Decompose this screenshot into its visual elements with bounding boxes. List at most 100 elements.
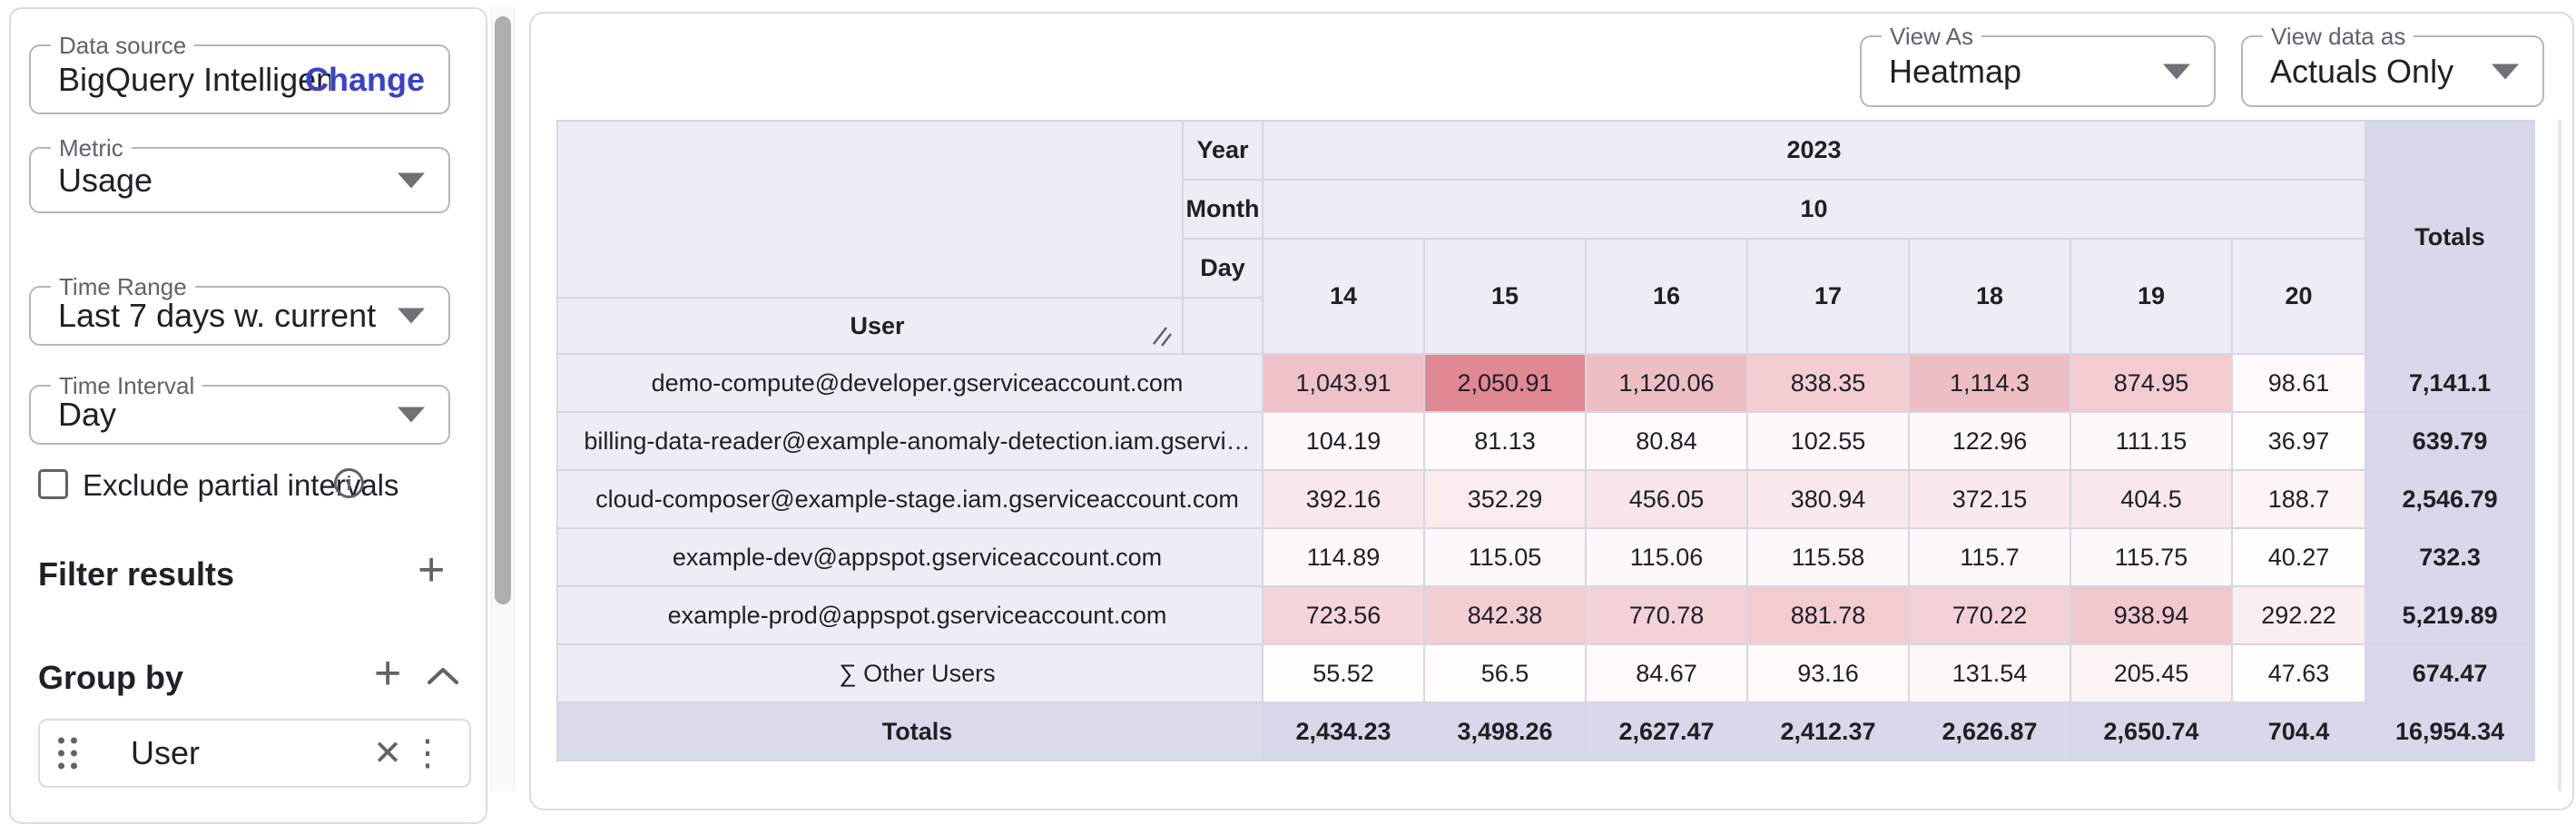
time-interval-value: Day — [58, 396, 116, 434]
close-icon[interactable]: ✕ — [373, 733, 402, 774]
table-scrollbar-track — [2558, 120, 2561, 791]
usage-value-cell[interactable]: 115.05 — [1424, 528, 1586, 586]
data-source-field[interactable]: Data source BigQuery Intelligenc Change — [29, 44, 450, 114]
row-total-cell: 639.79 — [2365, 412, 2534, 470]
user-row-label[interactable]: demo-compute@developer.gserviceaccount.c… — [557, 354, 1263, 412]
user-row-label[interactable]: ∑ Other Users — [557, 644, 1263, 702]
row-total-cell: 732.3 — [2365, 528, 2534, 586]
usage-value-cell[interactable]: 404.5 — [2070, 470, 2232, 528]
usage-value-cell[interactable]: 392.16 — [1263, 470, 1424, 528]
view-data-as-label: View data as — [2263, 23, 2414, 51]
user-row-label[interactable]: example-prod@appspot.gserviceaccount.com — [557, 586, 1263, 644]
usage-value-cell[interactable]: 36.97 — [2232, 412, 2365, 470]
user-column-header[interactable]: User — [557, 298, 1183, 354]
usage-value-cell[interactable]: 838.35 — [1747, 354, 1909, 412]
exclude-partial-intervals-checkbox[interactable] — [38, 469, 68, 499]
view-as-select[interactable]: View As Heatmap — [1860, 35, 2216, 107]
table-row: billing-data-reader@example-anomaly-dete… — [557, 412, 2534, 470]
usage-value-cell[interactable]: 84.67 — [1586, 644, 1747, 702]
usage-value-cell[interactable]: 55.52 — [1263, 644, 1424, 702]
day-column-header[interactable]: 18 — [1909, 239, 2070, 354]
usage-value-cell[interactable]: 115.7 — [1909, 528, 2070, 586]
totals-column-header[interactable]: Totals — [2365, 121, 2534, 354]
usage-value-cell[interactable]: 104.19 — [1263, 412, 1424, 470]
change-data-source-link[interactable]: Change — [305, 61, 425, 99]
day-column-header[interactable]: 17 — [1747, 239, 1909, 354]
usage-value-cell[interactable]: 1,120.06 — [1586, 354, 1747, 412]
day-column-header[interactable]: 19 — [2070, 239, 2232, 354]
table-row: example-dev@appspot.gserviceaccount.com1… — [557, 528, 2534, 586]
view-as-label: View As — [1882, 23, 1981, 51]
usage-value-cell[interactable]: 81.13 — [1424, 412, 1586, 470]
config-sidebar: Data source BigQuery Intelligenc Change … — [9, 7, 487, 824]
usage-value-cell[interactable]: 131.54 — [1909, 644, 2070, 702]
metric-select[interactable]: Metric Usage — [29, 147, 450, 213]
usage-value-cell[interactable]: 205.45 — [2070, 644, 2232, 702]
usage-value-cell[interactable]: 842.38 — [1424, 586, 1586, 644]
day-column-header[interactable]: 15 — [1424, 239, 1586, 354]
add-filter-button[interactable]: + — [418, 550, 445, 590]
more-options-icon[interactable]: ⋮ — [409, 732, 446, 774]
time-range-select[interactable]: Time Range Last 7 days w. current — [29, 286, 450, 346]
day-column-header[interactable]: 20 — [2232, 239, 2365, 354]
user-row-label[interactable]: example-dev@appspot.gserviceaccount.com — [557, 528, 1263, 586]
usage-value-cell[interactable]: 188.7 — [2232, 470, 2365, 528]
day-row-label: Day — [1183, 239, 1263, 298]
usage-value-cell[interactable]: 938.94 — [2070, 586, 2232, 644]
column-resize-handle[interactable] — [1151, 324, 1173, 348]
group-by-chip-user[interactable]: User ✕ ⋮ — [38, 719, 471, 788]
table-row: example-prod@appspot.gserviceaccount.com… — [557, 586, 2534, 644]
grand-total-cell: 16,954.34 — [2365, 702, 2534, 760]
usage-value-cell[interactable]: 770.78 — [1586, 586, 1747, 644]
drag-handle-icon[interactable] — [58, 738, 77, 770]
usage-value-cell[interactable]: 770.22 — [1909, 586, 2070, 644]
year-row-label: Year — [1183, 121, 1263, 180]
usage-value-cell[interactable]: 115.75 — [2070, 528, 2232, 586]
table-row: demo-compute@developer.gserviceaccount.c… — [557, 354, 2534, 412]
table-row: ∑ Other Users55.5256.584.6793.16131.5420… — [557, 644, 2534, 702]
day-column-header[interactable]: 16 — [1586, 239, 1747, 354]
usage-value-cell[interactable]: 115.58 — [1747, 528, 1909, 586]
usage-value-cell[interactable]: 1,114.3 — [1909, 354, 2070, 412]
usage-value-cell[interactable]: 114.89 — [1263, 528, 1424, 586]
add-group-by-button[interactable]: + — [374, 653, 401, 693]
usage-value-cell[interactable]: 2,050.91 — [1424, 354, 1586, 412]
totals-value-cell: 2,434.23 — [1263, 702, 1424, 760]
usage-value-cell[interactable]: 372.15 — [1909, 470, 2070, 528]
usage-value-cell[interactable]: 93.16 — [1747, 644, 1909, 702]
usage-value-cell[interactable]: 98.61 — [2232, 354, 2365, 412]
usage-value-cell[interactable]: 292.22 — [2232, 586, 2365, 644]
usage-value-cell[interactable]: 723.56 — [1263, 586, 1424, 644]
totals-value-cell: 2,627.47 — [1586, 702, 1747, 760]
row-total-cell: 674.47 — [2365, 644, 2534, 702]
usage-value-cell[interactable]: 874.95 — [2070, 354, 2232, 412]
usage-value-cell[interactable]: 111.15 — [2070, 412, 2232, 470]
totals-value-cell: 704.4 — [2232, 702, 2365, 760]
table-row: cloud-composer@example-stage.iam.gservic… — [557, 470, 2534, 528]
info-icon[interactable]: i — [334, 468, 364, 498]
chevron-down-icon — [398, 407, 425, 423]
user-column-header-label: User — [850, 312, 904, 339]
usage-value-cell[interactable]: 56.5 — [1424, 644, 1586, 702]
user-row-label[interactable]: cloud-composer@example-stage.iam.gservic… — [557, 470, 1263, 528]
usage-value-cell[interactable]: 1,043.91 — [1263, 354, 1424, 412]
totals-value-cell: 3,498.26 — [1424, 702, 1586, 760]
usage-value-cell[interactable]: 102.55 — [1747, 412, 1909, 470]
usage-value-cell[interactable]: 881.78 — [1747, 586, 1909, 644]
usage-value-cell[interactable]: 456.05 — [1586, 470, 1747, 528]
sidebar-scrollbar-thumb[interactable] — [495, 16, 511, 604]
usage-value-cell[interactable]: 47.63 — [2232, 644, 2365, 702]
usage-value-cell[interactable]: 115.06 — [1586, 528, 1747, 586]
usage-value-cell[interactable]: 40.27 — [2232, 528, 2365, 586]
view-data-as-select[interactable]: View data as Actuals Only — [2241, 35, 2544, 107]
usage-value-cell[interactable]: 352.29 — [1424, 470, 1586, 528]
filter-results-heading: Filter results — [38, 555, 234, 593]
usage-value-cell[interactable]: 80.84 — [1586, 412, 1747, 470]
usage-value-cell[interactable]: 122.96 — [1909, 412, 2070, 470]
collapse-chevron-up-icon[interactable] — [425, 664, 461, 688]
user-row-label[interactable]: billing-data-reader@example-anomaly-dete… — [557, 412, 1263, 470]
usage-value-cell[interactable]: 380.94 — [1747, 470, 1909, 528]
row-total-cell: 2,546.79 — [2365, 470, 2534, 528]
day-column-header[interactable]: 14 — [1263, 239, 1424, 354]
time-interval-select[interactable]: Time Interval Day — [29, 385, 450, 445]
